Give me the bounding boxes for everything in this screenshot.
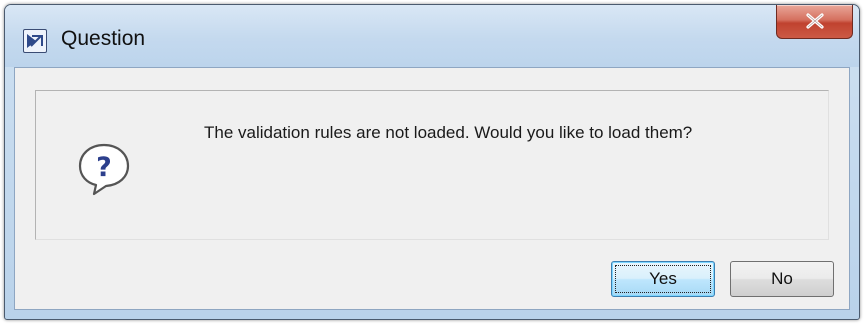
window-title: Question [61,27,146,50]
yes-button[interactable]: Yes [611,261,715,297]
dialog-window: Question ? The validation rules are not … [4,4,860,320]
svg-text:?: ? [96,152,112,183]
title-bar[interactable]: Question [5,5,859,67]
message-text: The validation rules are not loaded. Wou… [204,123,693,142]
dialog-content: ? The validation rules are not loaded. W… [14,67,850,310]
question-icon: ? [78,143,130,196]
no-button-label: No [771,269,793,288]
close-icon [806,13,824,29]
focus-indicator [615,265,711,293]
app-window-icon[interactable] [23,29,47,53]
message-panel: ? The validation rules are not loaded. W… [35,90,829,240]
no-button[interactable]: No [730,261,834,297]
close-button[interactable] [776,5,853,39]
